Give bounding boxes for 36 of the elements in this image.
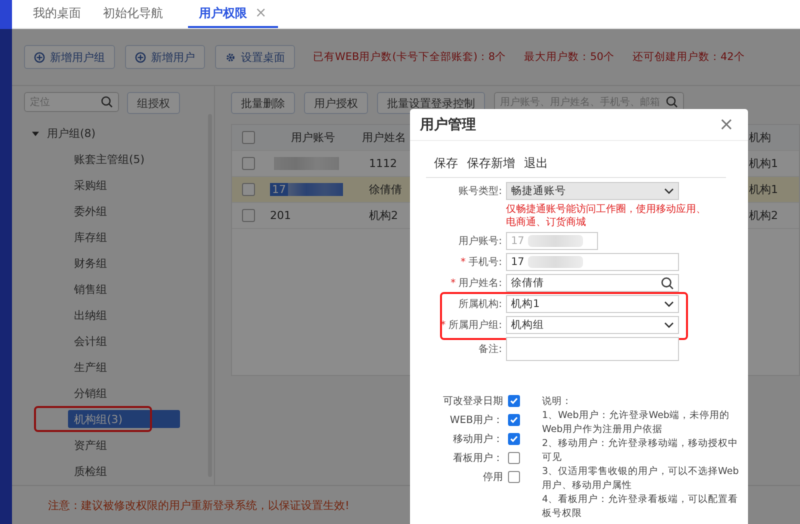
option-label: 停用	[483, 470, 503, 484]
table-cell: 机构1	[749, 157, 778, 170]
option-label: WEB用户：	[450, 414, 503, 426]
column-header: 机构	[749, 130, 772, 145]
field-label: 所属机构:	[458, 298, 502, 311]
dialog-title: 用户管理	[420, 116, 476, 134]
hint-text: 仅畅捷通账号能访问工作圈，使用移动应用、电商通、订货商城	[506, 203, 707, 229]
help-text: 4、看板用户：允许登录看板端，可以配置看板号权限	[542, 493, 740, 521]
table-cell: 1112	[369, 157, 397, 170]
table-cell: 17	[270, 183, 288, 196]
help-text: 2、移动用户：允许登录移动端，移动授权中可见	[542, 437, 740, 465]
field-label: 用户账号:	[458, 234, 502, 248]
field-label: 备注:	[478, 342, 502, 356]
column-header: 用户姓名	[362, 130, 407, 145]
field-label: 手机号:	[468, 256, 502, 269]
notice-text: 注意：建议被修改权限的用户重新登录系统，以保证设置生效!	[48, 498, 350, 512]
option-label: 可改登录日期	[443, 394, 503, 408]
option-label: 看板用户：	[453, 452, 503, 464]
field-label: 所属用户组:	[448, 318, 502, 332]
field-label: 账号类型:	[458, 184, 502, 198]
table-cell: 201	[270, 209, 291, 222]
field-label: 用户姓名:	[458, 276, 502, 290]
help-text: 说明：	[542, 395, 573, 409]
user-count-text: 还可创建用户数：42个	[632, 50, 745, 64]
user-count-text: 最大用户数：50个	[524, 50, 614, 64]
table-cell: 机构2	[369, 209, 398, 222]
help-text: 3、仅适用零售收银的用户，可以不选择Web用户、移动用户属性	[542, 465, 740, 493]
table-cell: 机构1	[749, 183, 778, 196]
table-cell: 机构2	[749, 209, 778, 222]
required-mark: *	[460, 256, 466, 268]
table-cell: 徐倩倩	[369, 183, 402, 196]
required-mark: *	[450, 278, 456, 288]
column-header: 用户账号	[290, 130, 336, 146]
user-count-text: 已有WEB用户数(卡号下全部账套)：8个	[313, 50, 506, 64]
option-label: 移动用户：	[453, 432, 503, 446]
help-text: 1、Web用户：允许登录Web端，未停用的Web用户作为注册用户依据	[542, 409, 730, 437]
